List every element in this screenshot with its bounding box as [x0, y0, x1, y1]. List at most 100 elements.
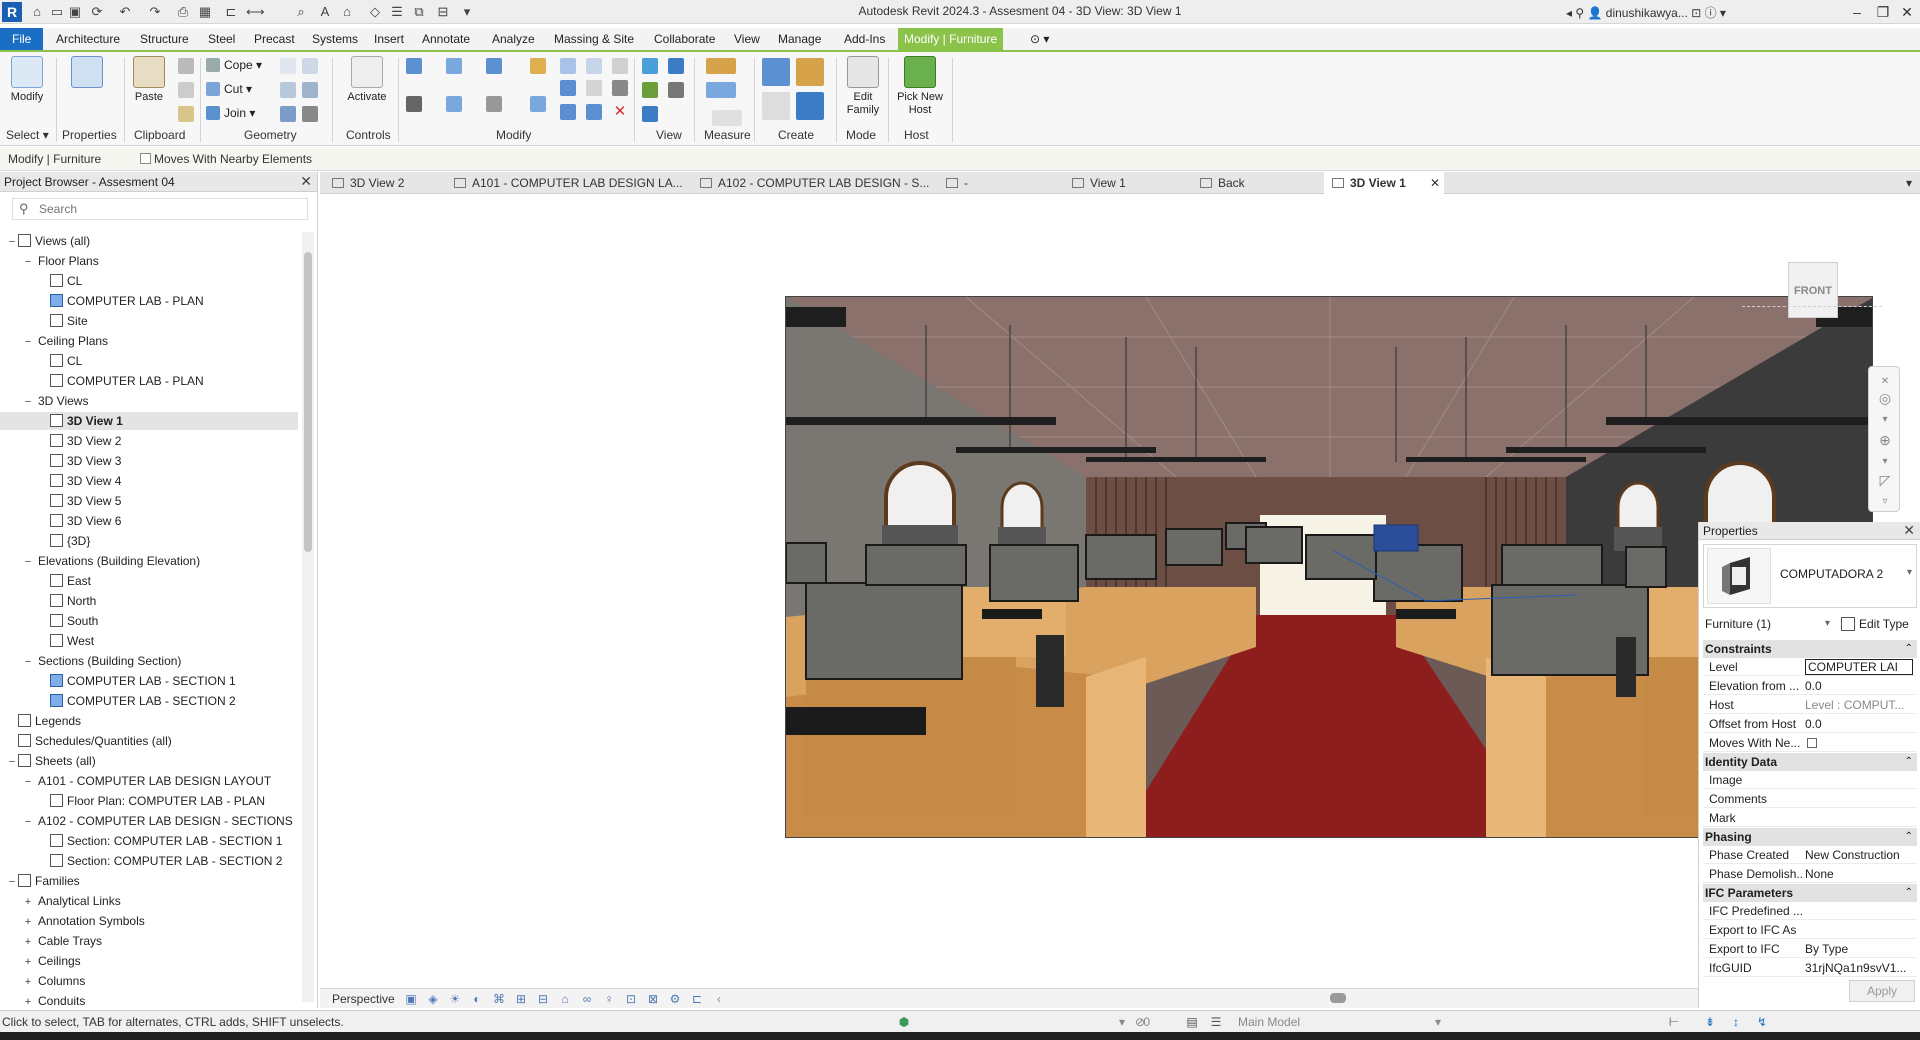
model-list-icon[interactable]: ☰: [1208, 1014, 1224, 1030]
scale-icon[interactable]: [586, 80, 602, 96]
collapse-icon[interactable]: −: [22, 393, 34, 411]
pan-icon[interactable]: ◸: [1876, 471, 1894, 489]
copy-icon[interactable]: [178, 82, 194, 98]
mirror-draw-icon[interactable]: [530, 58, 546, 74]
expand-icon[interactable]: +: [22, 993, 34, 1008]
expand-icon[interactable]: +: [22, 933, 34, 951]
section-icon[interactable]: ◇: [366, 3, 384, 21]
tab-steel[interactable]: Steel: [202, 28, 241, 50]
edit-type-button[interactable]: Edit Type: [1841, 614, 1909, 634]
delete-icon[interactable]: ✕: [612, 104, 628, 120]
rotate-icon[interactable]: [486, 96, 502, 112]
ribbon-toggle-icon[interactable]: ⊙ ▾: [1024, 28, 1055, 50]
view-tab[interactable]: A101 - COMPUTER LAB DESIGN LA...: [454, 172, 683, 194]
chevron-down-icon[interactable]: ▾: [1114, 1014, 1130, 1030]
property-row[interactable]: Level COMPUTER LAI: [1703, 658, 1917, 676]
tree-item[interactable]: + Annotation Symbols: [0, 912, 145, 930]
detail-level-icon[interactable]: ▣: [404, 992, 418, 1006]
property-value[interactable]: COMPUTER LAI: [1805, 659, 1913, 675]
view-tab[interactable]: A102 - COMPUTER LAB DESIGN - S...: [700, 172, 929, 194]
tree-item[interactable]: Legends: [0, 712, 81, 730]
expand-icon[interactable]: +: [22, 893, 34, 911]
open-icon[interactable]: ▭: [48, 3, 66, 21]
type-selector[interactable]: COMPUTADORA 2 ▾: [1703, 544, 1917, 608]
tree-item[interactable]: − A102 - COMPUTER LAB DESIGN - SECTIONS: [0, 812, 293, 830]
viewcube-compass[interactable]: [1742, 306, 1882, 320]
close-icon[interactable]: ✕: [1903, 522, 1915, 539]
shadows-icon[interactable]: ◐: [470, 992, 484, 1006]
horizontal-scrollbar-thumb[interactable]: [1330, 993, 1346, 1003]
tag-icon[interactable]: ⌕: [292, 3, 310, 21]
select-links-icon[interactable]: ⊢: [1666, 1014, 1682, 1030]
analytical-model-icon[interactable]: ⊠: [646, 992, 660, 1006]
cut-button[interactable]: Cut ▾: [206, 80, 252, 98]
collapse-icon[interactable]: −: [6, 873, 18, 891]
collapse-icon[interactable]: −: [22, 773, 34, 791]
tree-item[interactable]: Section: COMPUTER LAB - SECTION 2: [0, 852, 282, 870]
group-icon[interactable]: [586, 104, 602, 120]
view-tab[interactable]: -: [946, 172, 1042, 194]
chevron-down-icon[interactable]: ▾: [1907, 567, 1912, 578]
tab-file[interactable]: File: [0, 28, 44, 50]
property-row[interactable]: Phase Created New Construction: [1703, 846, 1917, 864]
tree-item[interactable]: CL: [0, 352, 82, 370]
hammer-icon[interactable]: [302, 106, 318, 122]
close-icon[interactable]: ✕: [300, 173, 312, 190]
tab-collaborate[interactable]: Collaborate: [648, 28, 721, 50]
tree-item[interactable]: − Sheets (all): [0, 752, 96, 770]
collapse-icon[interactable]: −: [22, 333, 34, 351]
tab-insert[interactable]: Insert: [368, 28, 410, 50]
property-row[interactable]: IFC Predefined ...: [1703, 902, 1917, 920]
customize-icon[interactable]: ▿: [1876, 493, 1894, 511]
tree-item[interactable]: + Cable Trays: [0, 932, 102, 950]
reveal-hidden-icon[interactable]: ♀: [602, 992, 616, 1006]
pin-icon[interactable]: [612, 58, 628, 74]
tree-item[interactable]: − Elevations (Building Elevation): [0, 552, 200, 570]
tree-item[interactable]: West: [0, 632, 94, 650]
show-crop-icon[interactable]: ⊟: [536, 992, 550, 1006]
properties-button[interactable]: [64, 56, 110, 126]
collapse-icon[interactable]: −: [6, 753, 18, 771]
switch-windows-icon[interactable]: ⊟: [434, 3, 452, 21]
tree-item[interactable]: 3D View 5: [0, 492, 121, 510]
tree-item[interactable]: Schedules/Quantities (all): [0, 732, 172, 750]
view-tab[interactable]: Back: [1200, 172, 1310, 194]
instance-filter-dropdown[interactable]: Furniture (1): [1703, 614, 1835, 634]
pick-new-host-button[interactable]: Pick New Host: [892, 56, 948, 126]
create-assembly-icon[interactable]: [796, 58, 824, 86]
tab-manage[interactable]: Manage: [772, 28, 827, 50]
measure-tool-icon[interactable]: [706, 58, 736, 74]
split-gap-icon[interactable]: [586, 58, 602, 74]
tab-annotate[interactable]: Annotate: [416, 28, 476, 50]
property-group[interactable]: Identity Data ⌃: [1703, 753, 1917, 771]
tree-item[interactable]: − Ceiling Plans: [0, 332, 108, 350]
tree-item[interactable]: COMPUTER LAB - SECTION 2: [0, 692, 236, 710]
tree-item[interactable]: 3D View 2: [0, 432, 121, 450]
cart-icon[interactable]: ⊡: [1691, 6, 1701, 20]
tree-item[interactable]: − A101 - COMPUTER LAB DESIGN LAYOUT: [0, 772, 271, 790]
search-input[interactable]: [39, 201, 299, 217]
reveal-constraints-icon[interactable]: ⊏: [690, 992, 704, 1006]
worksets-icon[interactable]: ⬢: [896, 1014, 912, 1030]
align-icon[interactable]: ⊏: [222, 3, 240, 21]
panel-select-label[interactable]: Select ▾: [6, 128, 49, 142]
expand-icon[interactable]: +: [22, 953, 34, 971]
property-value[interactable]: New Construction: [1805, 846, 1913, 864]
select-pinned-icon[interactable]: ↕: [1728, 1014, 1744, 1030]
zoom-icon[interactable]: ⊕: [1876, 431, 1894, 449]
close-tab-icon[interactable]: ✕: [1430, 172, 1444, 194]
linework-icon[interactable]: [642, 82, 658, 98]
property-row[interactable]: Export to IFC As: [1703, 921, 1917, 939]
project-browser-search[interactable]: ⚲: [12, 198, 308, 220]
projection-mode[interactable]: Perspective: [332, 992, 395, 1006]
tab-add-ins[interactable]: Add-Ins: [838, 28, 891, 50]
split-face-icon[interactable]: [302, 58, 318, 74]
view-tab[interactable]: 3D View 2: [332, 172, 424, 194]
create-similar-icon[interactable]: [796, 92, 824, 120]
aligned-dimension-icon[interactable]: [706, 82, 736, 98]
tab-massing-site[interactable]: Massing & Site: [548, 28, 640, 50]
tab-view[interactable]: View: [728, 28, 766, 50]
sync-icon[interactable]: ⟳: [88, 3, 106, 21]
tree-item[interactable]: + Columns: [0, 972, 86, 990]
moves-with-nearby-checkbox[interactable]: [140, 153, 151, 164]
